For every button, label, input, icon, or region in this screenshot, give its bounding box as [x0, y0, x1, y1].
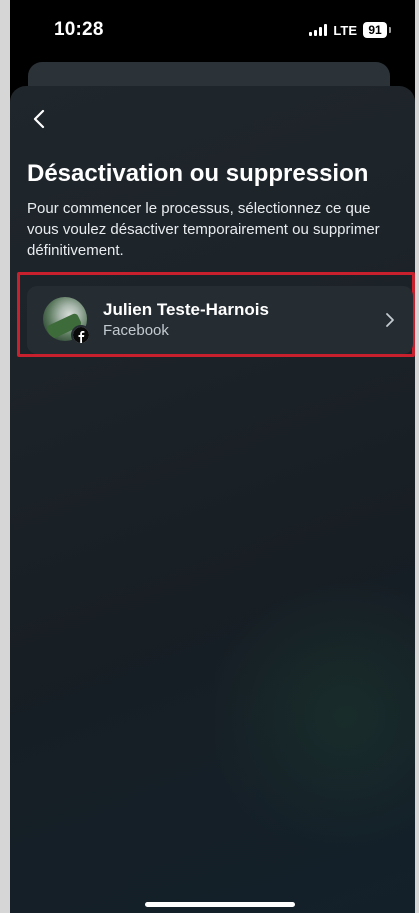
chevron-left-icon: [33, 109, 45, 129]
page-title: Désactivation ou suppression: [27, 160, 369, 187]
screenshot-edge-right: [415, 0, 419, 913]
battery-icon: 91: [363, 22, 391, 38]
modal-sheet: Désactivation ou suppression Pour commen…: [10, 86, 415, 913]
home-indicator[interactable]: [145, 902, 295, 907]
page-description: Pour commencer le processus, sélectionne…: [27, 200, 380, 259]
account-platform: Facebook: [103, 322, 169, 339]
signal-icon: [309, 24, 328, 36]
back-button[interactable]: [26, 106, 52, 132]
account-name: Julien Teste-Harnois: [103, 300, 269, 319]
account-item-facebook[interactable]: Julien Teste-Harnois Facebook: [27, 286, 413, 354]
status-indicators: LTE 91: [309, 22, 391, 38]
facebook-icon: [71, 325, 91, 345]
chevron-right-icon: [386, 313, 394, 327]
status-time: 10:28: [54, 19, 104, 40]
screenshot-edge-left: [0, 0, 10, 913]
avatar-container: [43, 297, 91, 345]
status-bar: 10:28 LTE 91: [10, 0, 415, 60]
battery-level: 91: [368, 23, 382, 37]
account-text: Julien Teste-Harnois Facebook: [103, 299, 385, 341]
phone-screen: 10:28 LTE 91 Désactivation ou suppressio…: [0, 0, 419, 913]
network-label: LTE: [333, 22, 357, 38]
